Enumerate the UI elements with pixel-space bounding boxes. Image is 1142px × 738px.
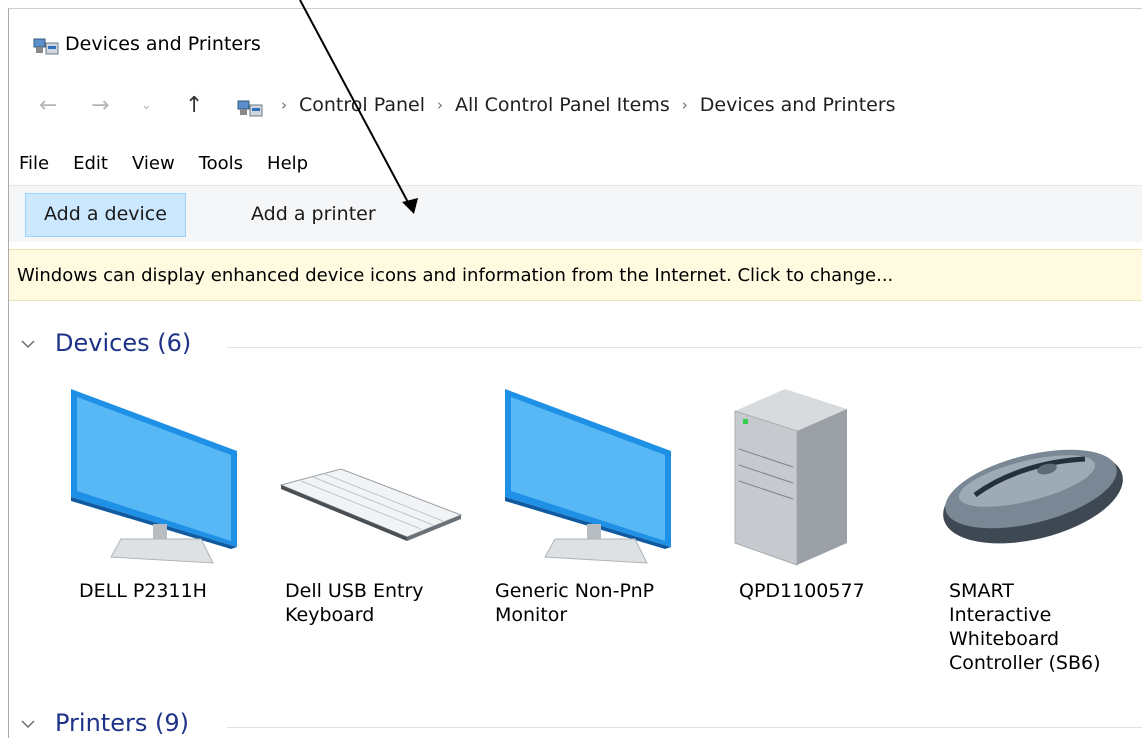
devices-group-title[interactable]: Devices (6) bbox=[55, 329, 191, 357]
location-icon[interactable] bbox=[237, 99, 263, 119]
breadcrumb-control-panel[interactable]: Control Panel bbox=[299, 94, 425, 116]
devices-list: DELL P2311H Dell USB Entry Keyboard Gene… bbox=[9, 389, 1142, 709]
devices-and-printers-window: Devices and Printers ← → ⌄ ↑ › Control P… bbox=[8, 8, 1142, 738]
menu-view[interactable]: View bbox=[132, 149, 175, 185]
add-device-button[interactable]: Add a device bbox=[25, 193, 186, 237]
recent-locations-chevron-icon[interactable]: ⌄ bbox=[141, 98, 152, 113]
device-label[interactable]: QPD1100577 bbox=[739, 579, 865, 603]
devices-group-header[interactable]: Devices (6) bbox=[9, 329, 1142, 369]
breadcrumb-separator-icon[interactable]: › bbox=[437, 96, 443, 114]
back-arrow-icon[interactable]: ← bbox=[39, 93, 57, 118]
info-bar[interactable]: Windows can display enhanced device icon… bbox=[9, 249, 1142, 301]
menu-help[interactable]: Help bbox=[267, 149, 308, 185]
chevron-down-icon[interactable] bbox=[21, 717, 35, 731]
up-arrow-icon[interactable]: ↑ bbox=[185, 93, 203, 118]
device-label-text[interactable]: Dell USB Entry Keyboard bbox=[285, 579, 435, 627]
window-title: Devices and Printers bbox=[65, 33, 261, 55]
menu-edit[interactable]: Edit bbox=[73, 149, 108, 185]
device-label-text[interactable]: SMART Interactive Whiteboard Controller … bbox=[949, 579, 1119, 675]
breadcrumb-devices-and-printers[interactable]: Devices and Printers bbox=[700, 94, 896, 116]
breadcrumb-all-control-panel-items[interactable]: All Control Panel Items bbox=[455, 94, 670, 116]
chevron-down-icon[interactable] bbox=[21, 337, 35, 351]
title-bar: Devices and Printers bbox=[9, 9, 1142, 79]
command-bar: Add a device Add a printer bbox=[9, 185, 1142, 242]
mouse-icon bbox=[943, 449, 1123, 544]
device-label[interactable]: Dell USB Entry Keyboard bbox=[285, 579, 435, 627]
device-label-text[interactable]: Generic Non-PnP Monitor bbox=[495, 579, 685, 627]
group-divider bbox=[227, 347, 1142, 348]
breadcrumb-separator-icon[interactable]: › bbox=[281, 96, 287, 114]
device-label[interactable]: Generic Non-PnP Monitor bbox=[495, 579, 685, 627]
devices-and-printers-icon bbox=[33, 38, 59, 55]
group-divider bbox=[227, 727, 1142, 728]
device-label[interactable]: DELL P2311H bbox=[79, 579, 207, 603]
device-label[interactable]: SMART Interactive Whiteboard Controller … bbox=[949, 579, 1119, 675]
computer-tower-icon bbox=[734, 389, 847, 566]
printers-group-title[interactable]: Printers (9) bbox=[55, 709, 189, 737]
printers-group-header[interactable]: Printers (9) bbox=[9, 709, 1142, 738]
add-printer-button[interactable]: Add a printer bbox=[233, 193, 394, 235]
menu-bar: File Edit View Tools Help bbox=[9, 149, 1142, 185]
address-bar: ← → ⌄ ↑ › Control Panel › All Control Pa… bbox=[9, 87, 1142, 131]
menu-tools[interactable]: Tools bbox=[199, 149, 243, 185]
forward-arrow-icon[interactable]: → bbox=[91, 93, 109, 118]
menu-file[interactable]: File bbox=[19, 149, 49, 185]
breadcrumb-separator-icon[interactable]: › bbox=[682, 96, 688, 114]
monitor-icon bbox=[505, 389, 671, 564]
breadcrumb: › Control Panel › All Control Panel Item… bbox=[269, 94, 896, 116]
monitor-icon bbox=[71, 389, 237, 564]
keyboard-icon bbox=[279, 468, 463, 541]
